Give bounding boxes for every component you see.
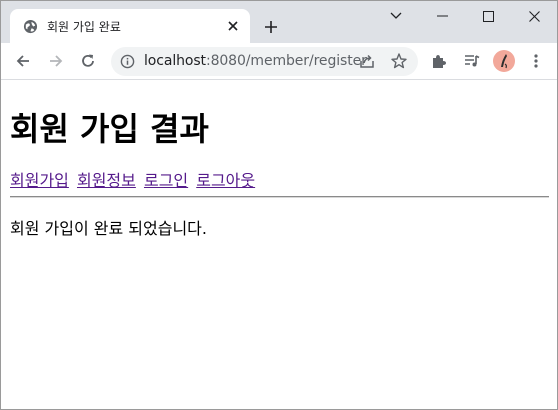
browser-toolbar: localhost:8080/member/register bbox=[1, 43, 557, 80]
login-link[interactable]: 로그인 bbox=[144, 171, 188, 190]
close-tab-icon[interactable] bbox=[224, 17, 242, 35]
tab-search-chevron-down-icon[interactable] bbox=[373, 1, 419, 31]
url-text[interactable]: localhost:8080/member/register bbox=[144, 53, 367, 69]
minimize-button[interactable] bbox=[419, 1, 465, 31]
page-content: 회원 가입 결과 회원가입 회원정보 로그인 로그아웃 회원 가입이 완료 되었… bbox=[1, 81, 557, 409]
share-icon[interactable] bbox=[358, 52, 376, 70]
forward-arrow-icon[interactable] bbox=[43, 48, 69, 74]
globe-icon bbox=[23, 19, 38, 34]
url-host: localhost bbox=[144, 53, 206, 69]
new-tab-button[interactable] bbox=[260, 16, 282, 38]
horizontal-rule bbox=[10, 196, 549, 198]
tab-title: 회원 가입 완료 bbox=[47, 20, 121, 34]
address-bar[interactable]: localhost:8080/member/register bbox=[111, 47, 418, 76]
tab-strip: 회원 가입 완료 bbox=[1, 1, 557, 43]
logout-link[interactable]: 로그아웃 bbox=[196, 171, 255, 190]
profile-avatar[interactable] bbox=[493, 50, 515, 72]
reload-icon[interactable] bbox=[75, 48, 101, 74]
bookmark-star-icon[interactable] bbox=[390, 52, 408, 70]
signup-link[interactable]: 회원가입 bbox=[10, 171, 69, 190]
result-message: 회원 가입이 완료 되었습니다. bbox=[10, 219, 207, 238]
media-playlist-icon[interactable] bbox=[459, 48, 485, 74]
back-arrow-icon[interactable] bbox=[10, 48, 36, 74]
close-window-button[interactable] bbox=[511, 1, 557, 31]
member-nav: 회원가입 회원정보 로그인 로그아웃 bbox=[10, 167, 258, 191]
maximize-button[interactable] bbox=[465, 1, 511, 31]
member-info-link[interactable]: 회원정보 bbox=[77, 171, 136, 190]
browser-window: 회원 가입 완료 localhost:8080/member/register … bbox=[0, 0, 558, 410]
extensions-puzzle-icon[interactable] bbox=[426, 48, 452, 74]
active-tab[interactable]: 회원 가입 완료 bbox=[10, 9, 250, 43]
url-path: :8080/member/register bbox=[205, 53, 367, 69]
more-menu-icon[interactable] bbox=[523, 48, 549, 74]
page-title: 회원 가입 결과 bbox=[10, 110, 209, 148]
site-info-icon[interactable] bbox=[120, 54, 135, 69]
